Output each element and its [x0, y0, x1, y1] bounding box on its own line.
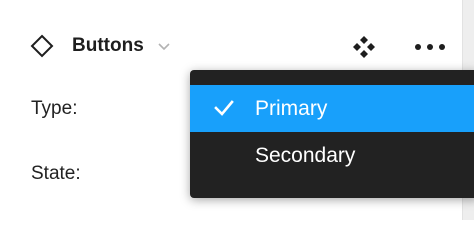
chevron-down-icon[interactable] — [156, 38, 172, 54]
menu-item-primary[interactable]: Primary — [190, 85, 474, 132]
check-icon — [214, 99, 234, 117]
variant-diamonds-icon[interactable] — [352, 35, 376, 59]
property-label-state: State: — [31, 163, 81, 184]
menu-item-label: Primary — [255, 96, 328, 120]
menu-item-secondary[interactable]: Secondary — [190, 132, 474, 179]
menu-item-label: Secondary — [255, 143, 356, 167]
component-title[interactable]: Buttons — [72, 35, 144, 57]
more-horizontal-icon[interactable] — [414, 40, 446, 52]
component-diamond-icon — [30, 34, 54, 58]
type-dropdown-menu: Primary Secondary — [190, 70, 474, 198]
property-label-type: Type: — [31, 98, 78, 119]
component-header: Buttons — [30, 30, 172, 62]
